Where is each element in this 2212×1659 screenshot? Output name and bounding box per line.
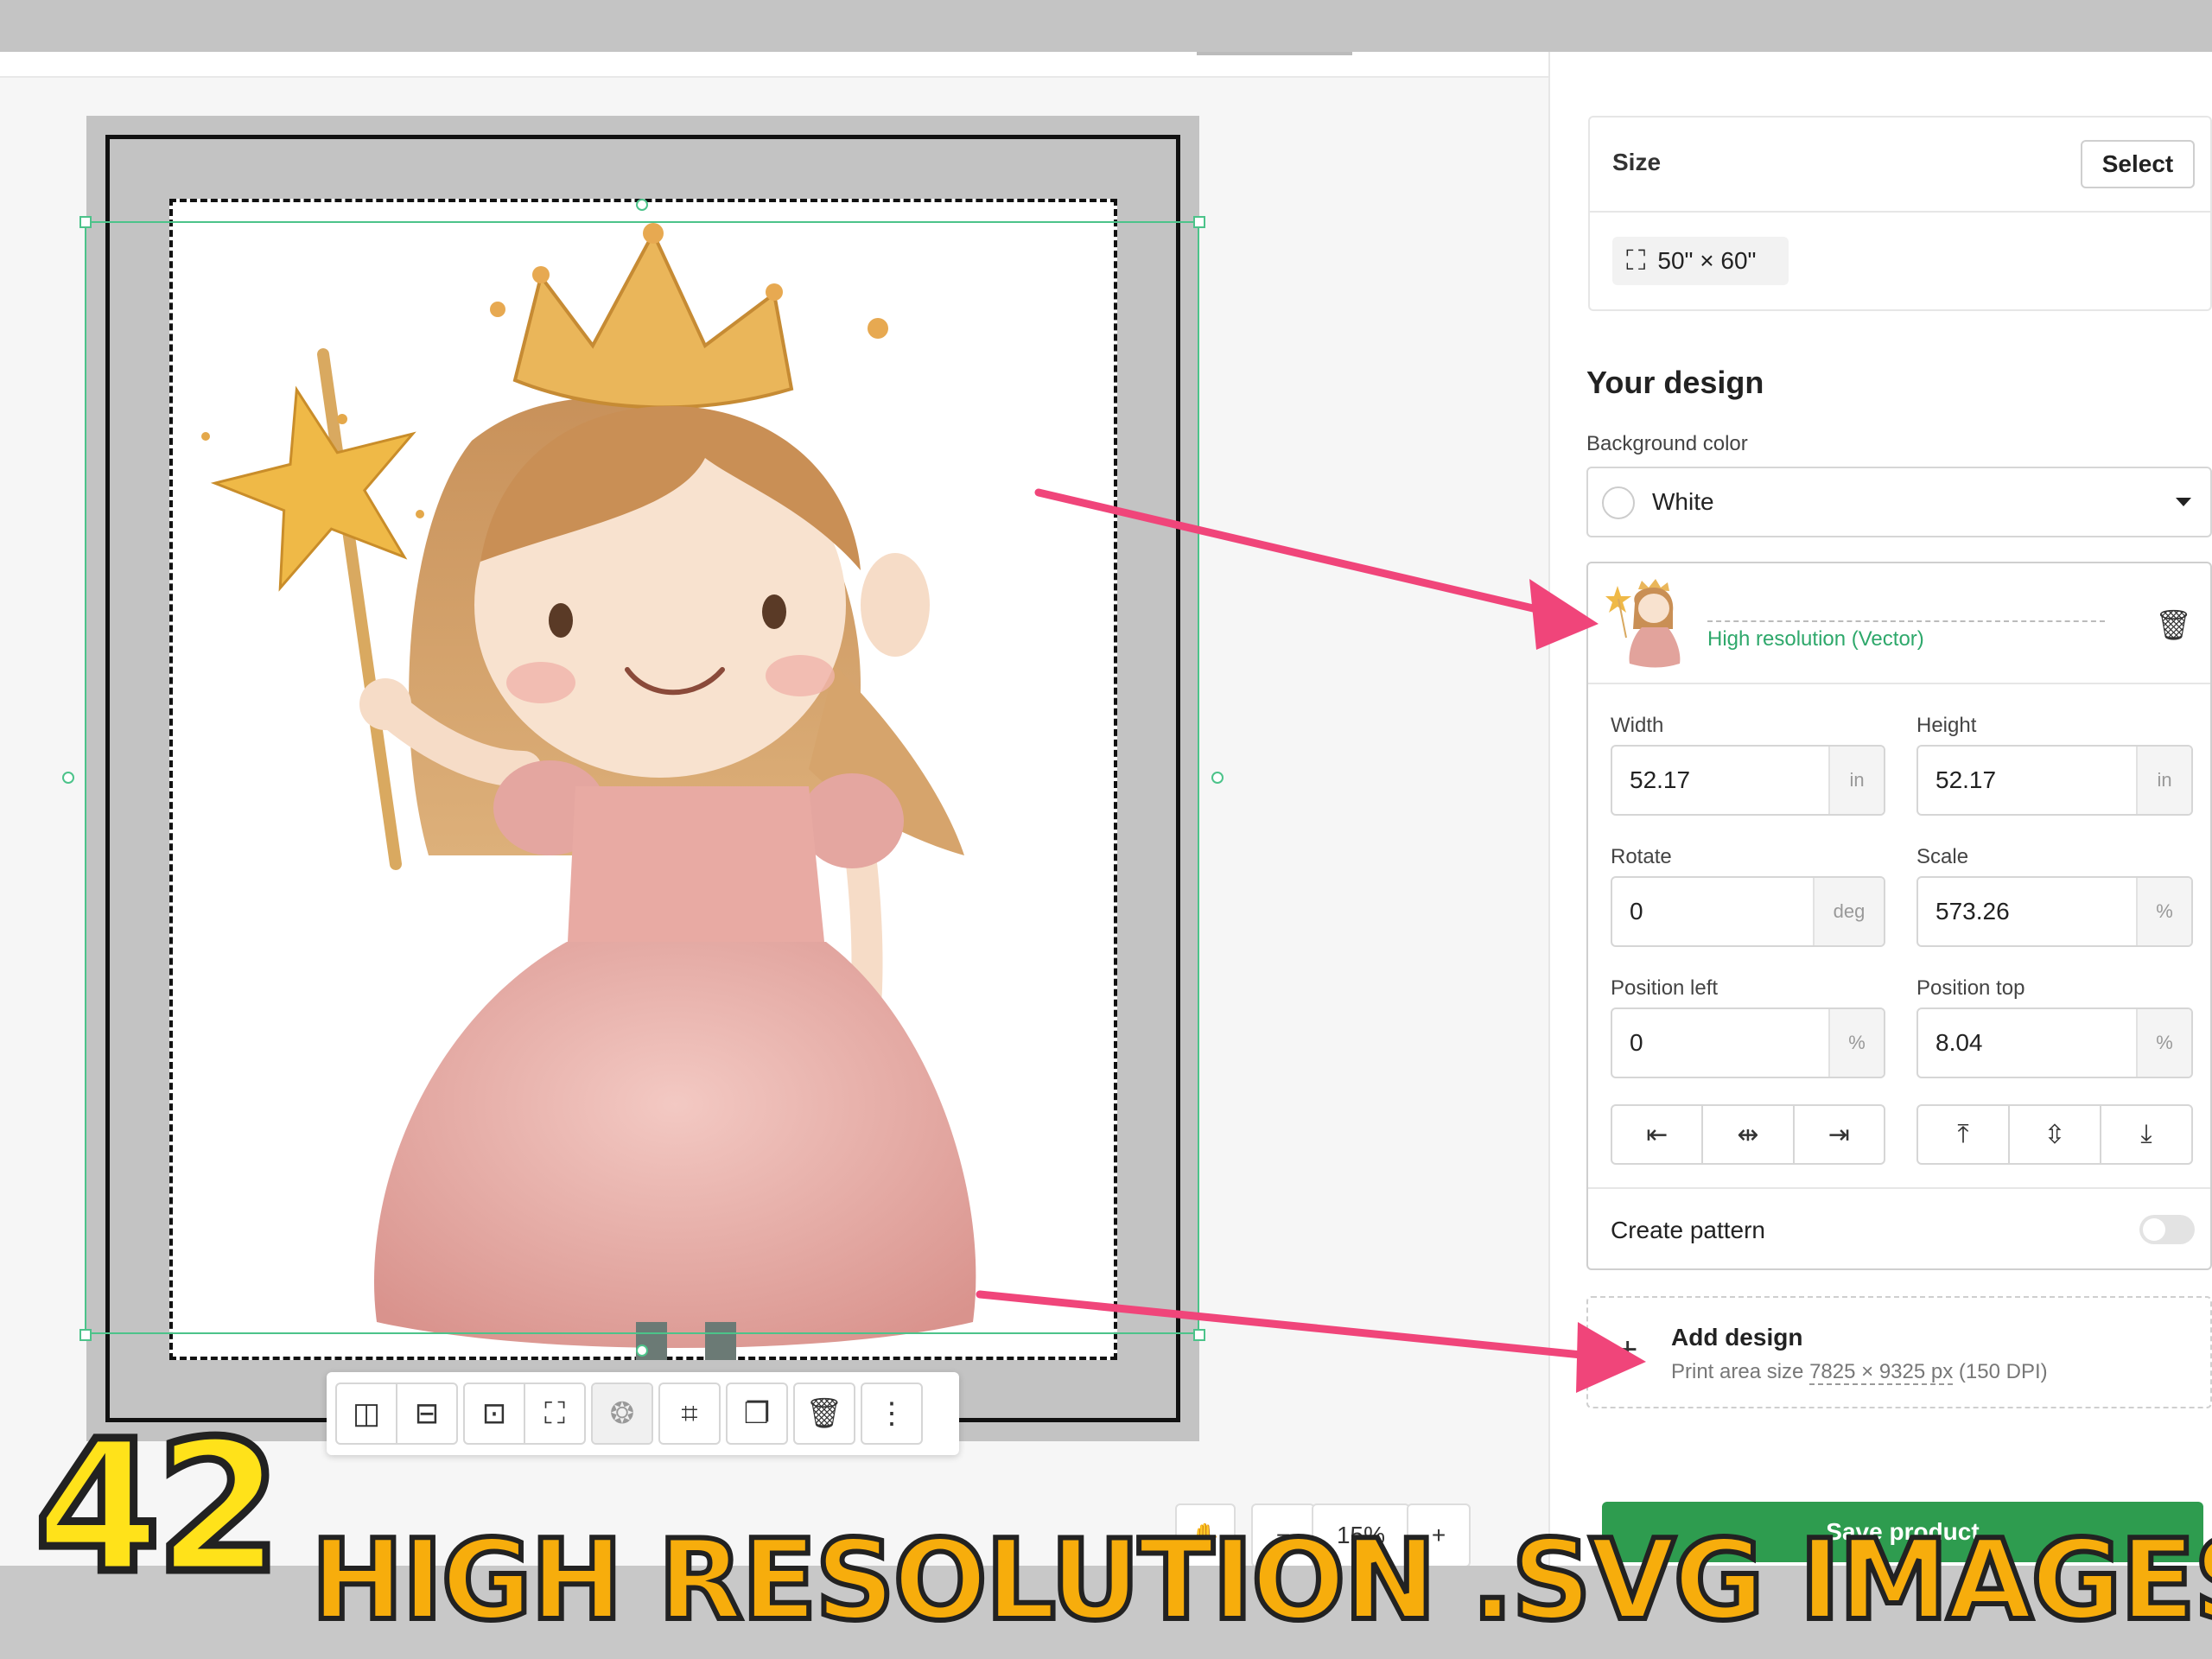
resize-handle-right[interactable] — [1211, 772, 1224, 784]
rotate-label: Rotate — [1611, 845, 1672, 868]
rotate-unit: deg — [1813, 878, 1884, 945]
create-pattern-toggle[interactable] — [2139, 1215, 2195, 1244]
remove-background-icon[interactable]: ❂ — [593, 1384, 652, 1443]
create-pattern-label: Create pattern — [1611, 1217, 1765, 1243]
divider — [1588, 1187, 2210, 1189]
layer-thumbnail[interactable] — [1605, 577, 1692, 672]
fill-icon[interactable]: ⛶ — [525, 1384, 584, 1443]
crop-icon[interactable]: ⌗ — [660, 1384, 719, 1443]
height-field[interactable]: 52.17 in — [1916, 745, 2193, 816]
scale-value[interactable]: 573.26 — [1918, 878, 2136, 945]
selection-box[interactable] — [85, 221, 1199, 1334]
resolution-label[interactable]: High resolution (Vector) — [1707, 627, 1924, 652]
plus-icon[interactable]: + — [1618, 1331, 1637, 1370]
active-tab-indicator — [1197, 52, 1352, 55]
trash-icon[interactable]: 🗑 — [795, 1384, 854, 1443]
width-field[interactable]: 52.17 in — [1611, 745, 1885, 816]
print-area-prefix: Print area size — [1671, 1360, 1810, 1383]
resize-handle-top-right[interactable] — [1193, 216, 1205, 228]
resolution-underline — [1707, 620, 2105, 622]
resize-handle-bottom[interactable] — [636, 1344, 648, 1357]
size-select-button[interactable]: Select — [2081, 140, 2195, 188]
align-center-horizontal-icon[interactable]: ⇹ — [1703, 1106, 1795, 1163]
flip-vertical-icon[interactable]: ⊟ — [397, 1384, 456, 1443]
background-color-value: White — [1652, 488, 1714, 515]
resize-handle-top[interactable] — [636, 199, 648, 211]
position-left-value[interactable]: 0 — [1612, 1009, 1828, 1077]
position-left-unit: % — [1828, 1009, 1884, 1077]
width-value[interactable]: 52.17 — [1612, 747, 1828, 814]
editor-header — [0, 52, 1548, 78]
duplicate-icon[interactable]: ❐ — [728, 1384, 786, 1443]
banner-number: 42 — [30, 1402, 285, 1613]
width-unit: in — [1828, 747, 1884, 814]
resize-handle-bottom-right[interactable] — [1193, 1329, 1205, 1341]
align-center-vertical-icon[interactable]: ⇳ — [2010, 1106, 2101, 1163]
width-label: Width — [1611, 714, 1664, 737]
size-value-chip: ⛶ 50" × 60" — [1612, 237, 1789, 285]
print-area-size[interactable]: 7825 × 9325 px — [1809, 1360, 1954, 1385]
top-bar — [0, 0, 2212, 52]
flip-horizontal-icon[interactable]: ◫ — [337, 1384, 397, 1443]
delete-layer-icon[interactable]: 🗑 — [2155, 608, 2192, 643]
position-left-field[interactable]: 0 % — [1611, 1007, 1885, 1078]
resize-handle-left[interactable] — [62, 772, 74, 784]
height-value[interactable]: 52.17 — [1918, 747, 2136, 814]
height-label: Height — [1916, 714, 1977, 737]
scale-field[interactable]: 573.26 % — [1916, 876, 2193, 947]
add-design-title[interactable]: Add design — [1671, 1324, 1802, 1351]
horizontal-align-group: ⇤ ⇹ ⇥ — [1611, 1104, 1885, 1165]
align-bottom-icon[interactable]: ⤓ — [2101, 1106, 2191, 1163]
position-top-unit: % — [2136, 1009, 2191, 1077]
position-top-value[interactable]: 8.04 — [1918, 1009, 2136, 1077]
color-swatch — [1602, 486, 1635, 519]
rotate-value[interactable]: 0 — [1612, 878, 1813, 945]
rotate-field[interactable]: 0 deg — [1611, 876, 1885, 947]
vertical-align-group: ⤒ ⇳ ⤓ — [1916, 1104, 2193, 1165]
your-design-title: Your design — [1586, 365, 1764, 400]
more-icon[interactable]: ⋮ — [862, 1384, 921, 1443]
add-design-box[interactable] — [1586, 1296, 2212, 1408]
fit-icon[interactable]: ⊡ — [465, 1384, 525, 1443]
align-top-icon[interactable]: ⤒ — [1918, 1106, 2010, 1163]
resize-handle-top-left[interactable] — [79, 216, 92, 228]
align-left-icon[interactable]: ⇤ — [1612, 1106, 1704, 1163]
print-area-dpi: (150 DPI) — [1953, 1360, 2048, 1383]
position-top-label: Position top — [1916, 976, 2025, 1000]
position-left-label: Position left — [1611, 976, 1719, 1000]
background-color-label: Background color — [1586, 432, 1748, 455]
divider — [1588, 683, 2210, 684]
position-top-field[interactable]: 8.04 % — [1916, 1007, 2193, 1078]
scale-unit: % — [2136, 878, 2191, 945]
size-value: 50" × 60" — [1657, 247, 1757, 274]
size-label: Size — [1612, 149, 1662, 175]
height-unit: in — [2136, 747, 2191, 814]
layer-toolbar: ◫ ⊟ ⊡ ⛶ ❂ ⌗ ❐ 🗑 ⋮ — [327, 1372, 959, 1455]
banner-text: HIGH RESOLUTION .SVG IMAGES! — [308, 1516, 2212, 1645]
print-area-info: Print area size 7825 × 9325 px (150 DPI) — [1671, 1360, 2048, 1385]
resize-handle-bottom-left[interactable] — [79, 1329, 92, 1341]
expand-icon: ⛶ — [1626, 245, 1646, 276]
divider — [1590, 211, 2212, 213]
align-right-icon[interactable]: ⇥ — [1795, 1106, 1884, 1163]
chevron-down-icon — [2176, 498, 2191, 506]
scale-label: Scale — [1916, 845, 1969, 868]
